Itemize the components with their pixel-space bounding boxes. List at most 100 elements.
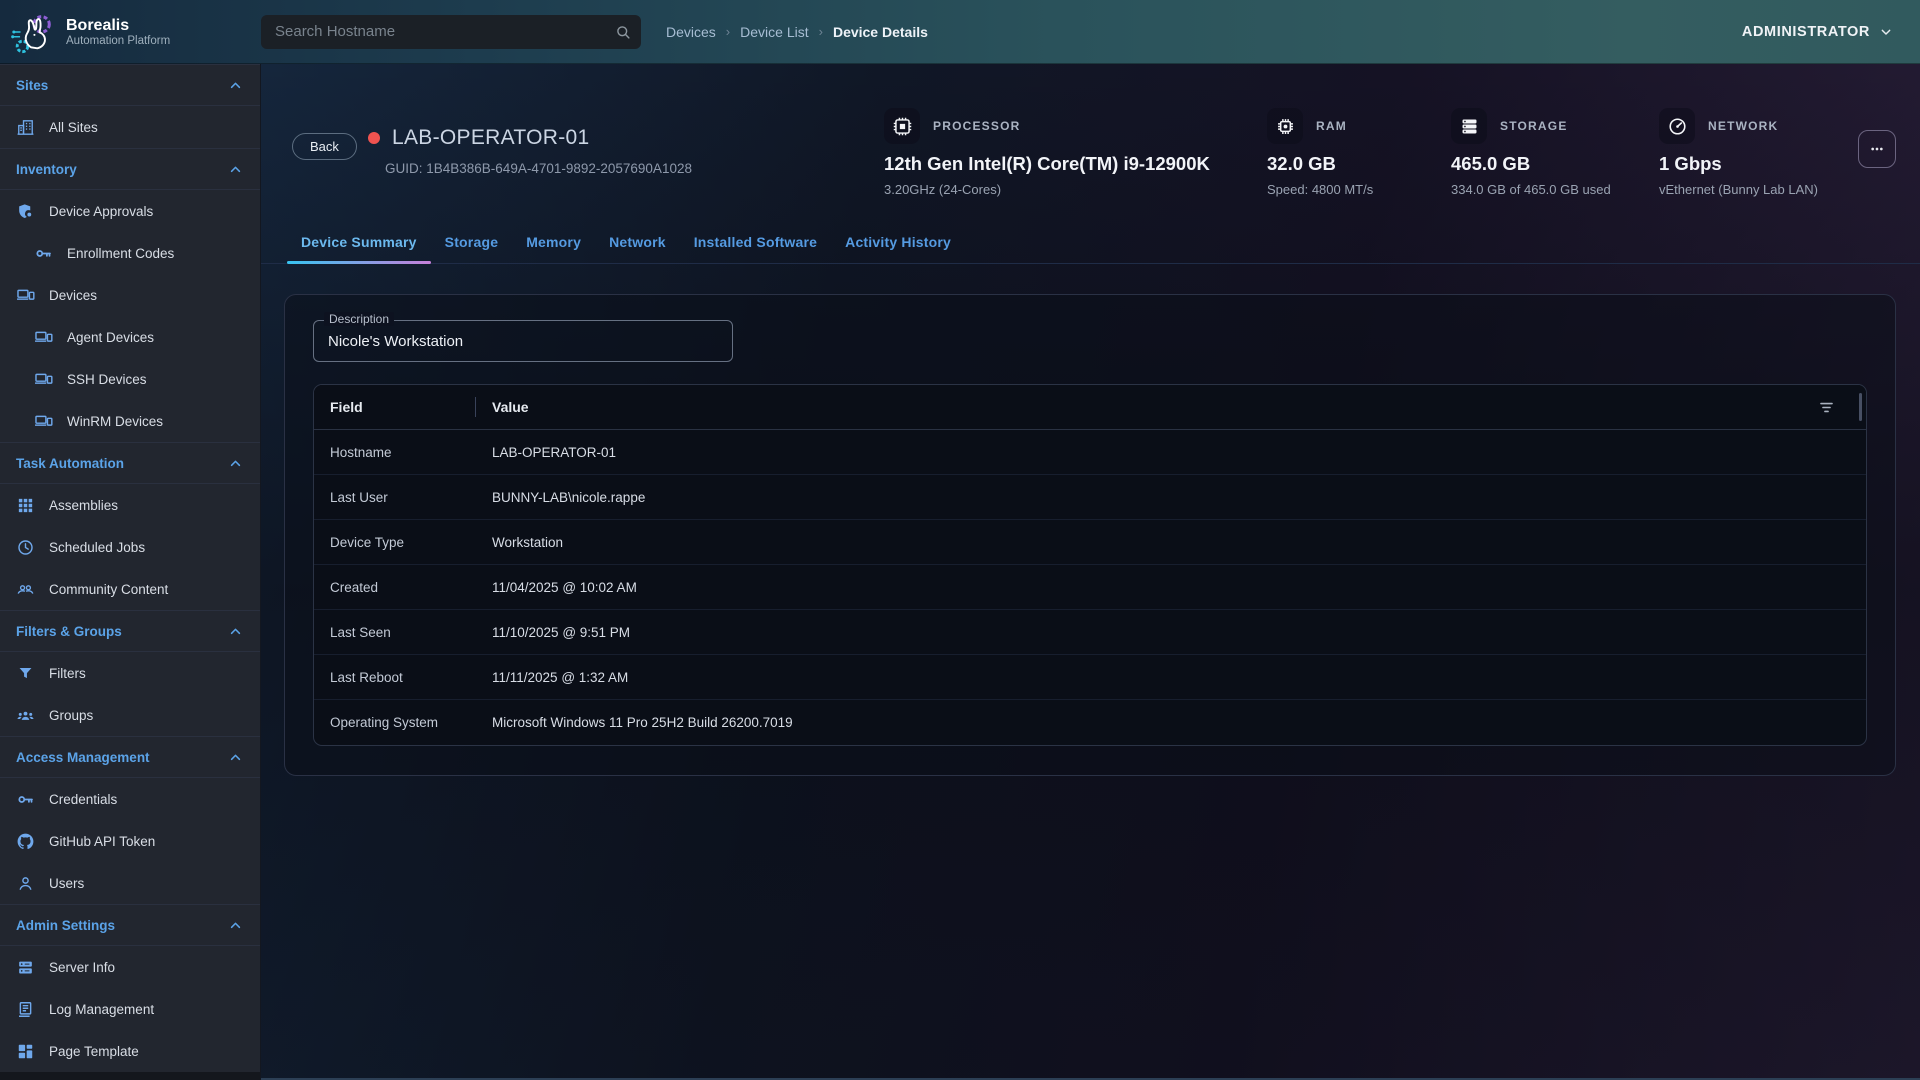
breadcrumb-separator: › [726,24,730,39]
stat-subtext: vEthernet (Bunny Lab LAN) [1659,182,1818,197]
sidebar-section-sites[interactable]: Sites [0,64,260,106]
section-label: Filters & Groups [16,624,227,639]
sidebar-item-label: Users [49,876,84,891]
user-icon [16,874,35,893]
tab-memory[interactable]: Memory [512,224,595,263]
devices-icon [34,328,53,347]
stat-icon-tile [1267,108,1303,144]
table-scrollbar[interactable] [1859,393,1862,421]
sidebar-item-label: SSH Devices [67,372,147,387]
row-value: Workstation [492,535,1850,550]
sidebar-item-ssh-devices[interactable]: SSH Devices [0,358,260,400]
search-input[interactable] [261,15,641,49]
row-field: Hostname [330,445,492,460]
sidebar-item-credentials[interactable]: Credentials [0,778,260,820]
chevron-up-icon [227,623,244,640]
stat-network: NETWORK 1 Gbps vEthernet (Bunny Lab LAN) [1659,108,1818,197]
device-summary-card: Description Field Value HostnameLAB-OPER… [284,294,1896,776]
stat-label: RAM [1316,119,1347,133]
network-icon [1667,116,1688,137]
building-icon [16,118,35,137]
section-label: Admin Settings [16,918,227,933]
sidebar-item-log-management[interactable]: Log Management [0,988,260,1030]
sidebar-item-label: Devices [49,288,97,303]
row-value: 11/04/2025 @ 10:02 AM [492,580,1850,595]
tab-activity-history[interactable]: Activity History [831,224,965,263]
section-label: Task Automation [16,456,227,471]
administrator-menu[interactable]: ADMINISTRATOR [1742,24,1894,40]
breadcrumb-separator: › [819,24,823,39]
stat-ram: RAM32.0 GBSpeed: 4800 MT/s [1267,108,1373,197]
people-icon [16,580,35,599]
sidebar: Sites All SitesInventoryDevice Approvals E… [0,64,261,1080]
sidebar-item-agent-devices[interactable]: Agent Devices [0,316,260,358]
sidebar-item-server-info[interactable]: Server Info [0,946,260,988]
sidebar-item-github-api-token[interactable]: GitHub API Token [0,820,260,862]
description-input[interactable] [313,320,733,362]
row-value: 11/11/2025 @ 1:32 AM [492,670,1850,685]
table-body: HostnameLAB-OPERATOR-01Last UserBUNNY-LA… [314,430,1866,745]
sidebar-item-label: Community Content [49,582,168,597]
sidebar-item-users[interactable]: Users [0,862,260,904]
sidebar-section-admin-settings[interactable]: Admin Settings [0,904,260,946]
stat-value: 1 Gbps [1659,153,1818,175]
sidebar-item-label: Server Info [49,960,115,975]
chevron-up-icon [227,161,244,178]
table-row-operating-system: Operating SystemMicrosoft Windows 11 Pro… [314,700,1866,745]
sidebar-item-label: Groups [49,708,93,723]
chevron-up-icon [227,749,244,766]
main-content: Back LAB-OPERATOR-01 GUID: 1B4B386B-649A… [261,64,1920,1080]
sidebar-item-groups[interactable]: Groups [0,694,260,736]
row-field: Last Reboot [330,670,492,685]
sidebar-item-scheduled-jobs[interactable]: Scheduled Jobs [0,526,260,568]
administrator-label: ADMINISTRATOR [1742,24,1870,40]
tab-storage[interactable]: Storage [431,224,513,263]
row-field: Operating System [330,715,492,730]
device-guid: GUID: 1B4B386B-649A-4701-9892-2057690A10… [385,161,692,176]
sidebar-item-label: Enrollment Codes [67,246,174,261]
sidebar-section-filters-groups[interactable]: Filters & Groups [0,610,260,652]
sidebar-section-task-automation[interactable]: Task Automation [0,442,260,484]
sidebar-item-community-content[interactable]: Community Content [0,568,260,610]
table-row-created: Created11/04/2025 @ 10:02 AM [314,565,1866,610]
search-icon [614,23,632,41]
ellipsis-icon [1867,139,1887,159]
log-icon [16,1000,35,1019]
sidebar-item-enrollment-codes[interactable]: Enrollment Codes [0,232,260,274]
sidebar-section-inventory[interactable]: Inventory [0,148,260,190]
top-bar: Borealis Automation Platform Devices›Dev… [0,0,1920,64]
sidebar-item-all-sites[interactable]: All Sites [0,106,260,148]
column-header-value: Value [492,399,1817,415]
chevron-up-icon [227,455,244,472]
chevron-up-icon [227,917,244,934]
field-value-table: Field Value HostnameLAB-OPERATOR-01Last … [313,384,1867,746]
tab-installed-software[interactable]: Installed Software [680,224,831,263]
tab-network[interactable]: Network [595,224,680,263]
sidebar-item-page-template[interactable]: Page Template [0,1030,260,1072]
back-button[interactable]: Back [292,133,357,160]
storage-icon [1459,116,1480,137]
more-actions-button[interactable] [1858,130,1896,168]
stat-processor: PROCESSOR12th Gen Intel(R) Core(TM) i9-1… [884,108,1210,197]
sidebar-item-filters[interactable]: Filters [0,652,260,694]
breadcrumb-device-details: Device Details [833,24,928,40]
table-row-last-user: Last UserBUNNY-LAB\nicole.rappe [314,475,1866,520]
tab-bar: Device SummaryStorageMemoryNetworkInstal… [261,224,1920,264]
sidebar-item-device-approvals[interactable]: Device Approvals [0,190,260,232]
sidebar-item-label: Credentials [49,792,117,807]
sidebar-section-access-management[interactable]: Access Management [0,736,260,778]
section-label: Sites [16,78,227,93]
sidebar-item-assemblies[interactable]: Assemblies [0,484,260,526]
sidebar-item-devices[interactable]: Devices [0,274,260,316]
table-row-last-seen: Last Seen11/10/2025 @ 9:51 PM [314,610,1866,655]
filter-icon[interactable] [1817,398,1836,417]
groups-icon [16,706,35,725]
row-field: Created [330,580,492,595]
breadcrumb-device-list[interactable]: Device List [740,24,808,40]
funnel-icon [16,664,35,683]
sidebar-item-winrm-devices[interactable]: WinRM Devices [0,400,260,442]
tab-device-summary[interactable]: Device Summary [287,224,431,263]
breadcrumb-devices[interactable]: Devices [666,24,716,40]
github-icon [16,832,35,851]
stat-head: NETWORK [1659,108,1818,144]
